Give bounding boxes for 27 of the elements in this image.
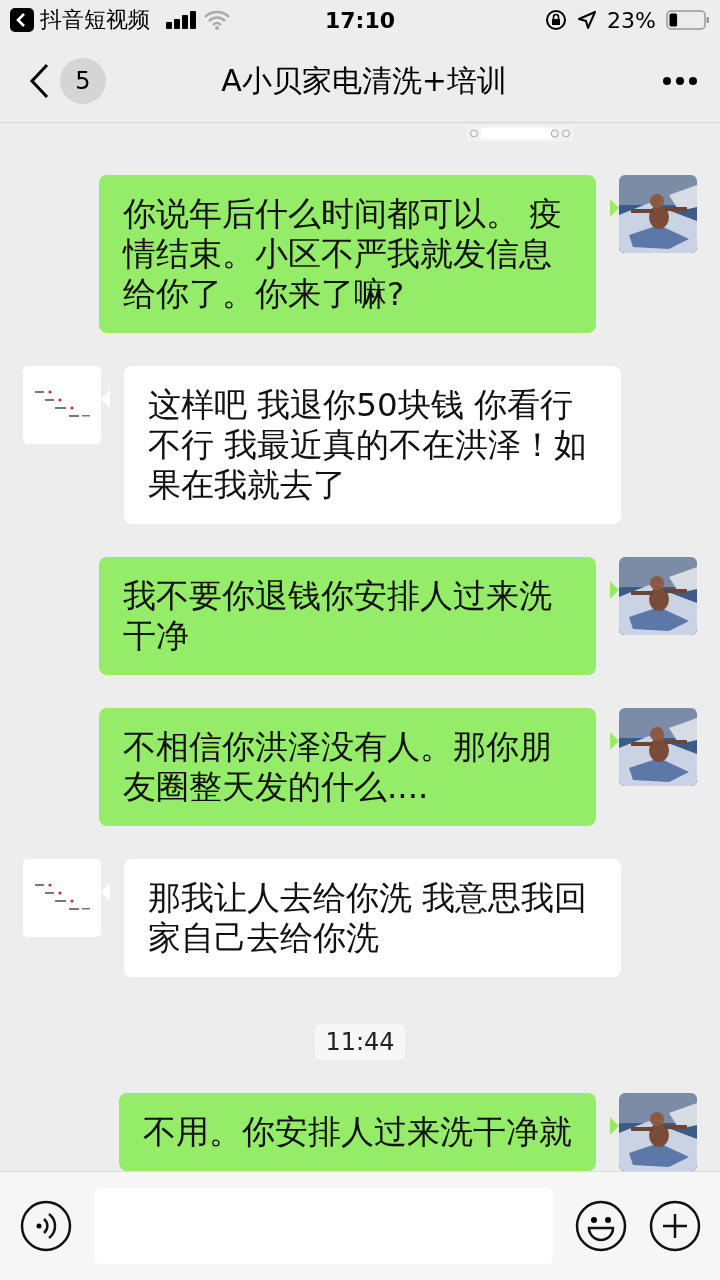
bubble-tail xyxy=(610,199,619,217)
chat-title: A小贝家电清洗+培训 xyxy=(220,61,508,100)
voice-button[interactable] xyxy=(20,1200,72,1252)
more-button[interactable] xyxy=(662,76,698,86)
signal-icon xyxy=(166,11,198,29)
clock: 17:10 xyxy=(325,7,395,33)
message-bubble: 你说年后什么时间都可以。 疫情结束。小区不严我就发信息给你了。你来了嘛? xyxy=(99,175,596,333)
message-bubble: 这样吧 我退你50块钱 你看行不行 我最近真的不在洪泽！如果在我就去了 xyxy=(124,366,621,524)
message-bubble: 不相信你洪泽没有人。那你朋友圈整天发的什么.... xyxy=(99,708,596,826)
message-bubble: 我不要你退钱你安排人过来洗干净 xyxy=(99,557,596,675)
back-button[interactable] xyxy=(28,63,50,99)
wifi-icon xyxy=(204,10,230,30)
rotation-lock-icon xyxy=(545,9,568,31)
message-bubble: 不用。你安排人过来洗干净就 xyxy=(119,1093,596,1171)
unread-count-badge: 5 xyxy=(60,58,106,104)
bubble-tail xyxy=(610,1117,619,1135)
bubble-tail xyxy=(610,732,619,750)
back-icon[interactable] xyxy=(10,8,34,32)
battery-percentage: 23% xyxy=(607,7,656,33)
battery-icon xyxy=(666,10,710,30)
timestamp: 11:44 xyxy=(315,1024,405,1060)
add-button[interactable] xyxy=(649,1200,701,1252)
bubble-tail xyxy=(610,581,619,599)
location-icon xyxy=(577,10,598,30)
emoji-button[interactable] xyxy=(575,1200,627,1252)
back-app-label[interactable]: 抖音短视频 xyxy=(40,5,150,35)
message-bubble: 那我让人去给你洗 我意思我回家自己去给你洗 xyxy=(124,859,621,977)
